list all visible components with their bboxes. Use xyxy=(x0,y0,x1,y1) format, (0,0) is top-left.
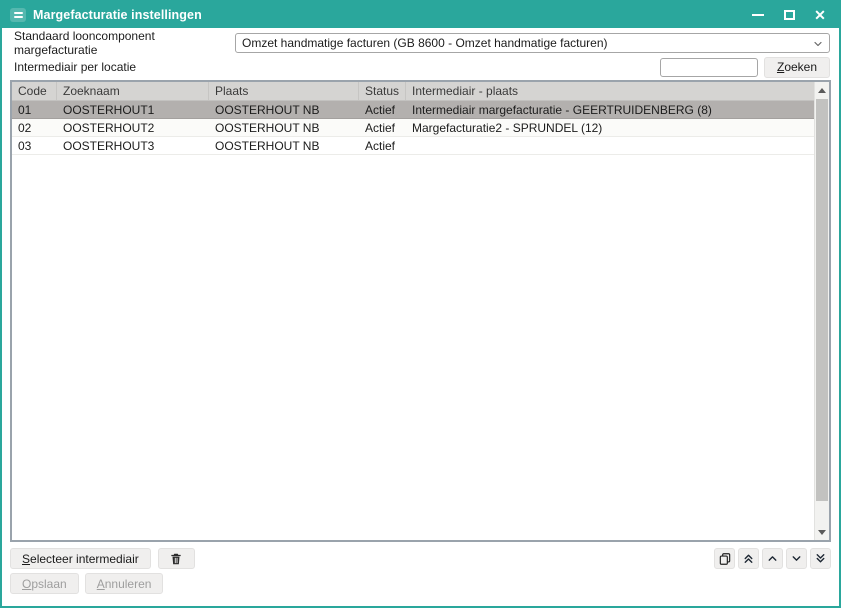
scroll-up-button[interactable] xyxy=(815,83,829,97)
selecteer-button-key: S xyxy=(22,552,30,566)
cell-code: 02 xyxy=(12,121,57,135)
titlebar: Margefacturatie instellingen ✕ xyxy=(2,2,839,28)
table-row[interactable]: 01 OOSTERHOUT1 OOSTERHOUT NB Actief Inte… xyxy=(12,101,814,119)
double-chevron-down-icon xyxy=(814,552,827,565)
trash-icon xyxy=(169,552,183,566)
table-toolbar: Selecteer intermediair xyxy=(10,548,831,569)
annuleren-button-rest: nnuleren xyxy=(105,577,152,591)
cell-zoeknaam: OOSTERHOUT3 xyxy=(57,139,209,153)
cell-code: 03 xyxy=(12,139,57,153)
intermediair-locatie-row: Intermediair per locatie Zoeken xyxy=(14,57,830,77)
cell-status: Actief xyxy=(359,121,406,135)
standaard-looncomponent-value: Omzet handmatige facturen (GB 8600 - Omz… xyxy=(242,36,608,50)
move-bottom-button[interactable] xyxy=(810,548,831,569)
chevron-down-icon xyxy=(790,552,803,565)
column-header-status[interactable]: Status xyxy=(359,82,406,100)
maximize-button[interactable] xyxy=(782,8,796,22)
margefacturatie-window: Margefacturatie instellingen ✕ Standaard… xyxy=(0,0,841,608)
intermediair-locatie-label: Intermediair per locatie xyxy=(14,60,660,74)
selecteer-intermediair-button[interactable]: Selecteer intermediair xyxy=(10,548,151,569)
cell-zoeknaam: OOSTERHOUT1 xyxy=(57,103,209,117)
scroll-down-button[interactable] xyxy=(815,525,829,539)
double-chevron-up-icon xyxy=(742,552,755,565)
chevron-down-icon xyxy=(812,38,824,50)
cell-intermediair-plaats: Intermediair margefacturatie - GEERTRUID… xyxy=(406,103,814,117)
footer-actions: Opslaan Annuleren xyxy=(10,573,831,594)
cell-code: 01 xyxy=(12,103,57,117)
opslaan-button-rest: pslaan xyxy=(31,577,66,591)
column-header-plaats[interactable]: Plaats xyxy=(209,82,359,100)
intermediair-table: Code Zoeknaam Plaats Status Intermediair… xyxy=(10,80,831,542)
triangle-down-icon xyxy=(818,530,826,535)
triangle-up-icon xyxy=(818,88,826,93)
close-icon: ✕ xyxy=(814,8,826,22)
vertical-scrollbar[interactable] xyxy=(814,82,829,540)
column-header-zoeknaam[interactable]: Zoeknaam xyxy=(57,82,209,100)
table-body: 01 OOSTERHOUT1 OOSTERHOUT NB Actief Inte… xyxy=(12,101,814,540)
cell-zoeknaam: OOSTERHOUT2 xyxy=(57,121,209,135)
window-form-icon xyxy=(10,8,26,22)
opslaan-button[interactable]: Opslaan xyxy=(10,573,79,594)
window-title: Margefacturatie instellingen xyxy=(33,8,751,22)
table-row[interactable]: 02 OOSTERHOUT2 OOSTERHOUT NB Actief Marg… xyxy=(12,119,814,137)
zoeken-button[interactable]: Zoeken xyxy=(764,57,830,78)
annuleren-button-key: A xyxy=(97,577,105,591)
annuleren-button[interactable]: Annuleren xyxy=(85,573,164,594)
cell-status: Actief xyxy=(359,139,406,153)
standaard-looncomponent-label: Standaard looncomponent margefacturatie xyxy=(14,29,235,57)
cell-plaats: OOSTERHOUT NB xyxy=(209,121,359,135)
selecteer-button-rest: electeer intermediair xyxy=(30,552,139,566)
move-down-button[interactable] xyxy=(786,548,807,569)
table-row[interactable]: 03 OOSTERHOUT3 OOSTERHOUT NB Actief xyxy=(12,137,814,155)
cell-plaats: OOSTERHOUT NB xyxy=(209,139,359,153)
cell-status: Actief xyxy=(359,103,406,117)
move-up-button[interactable] xyxy=(762,548,783,569)
column-header-code[interactable]: Code xyxy=(12,82,57,100)
window-controls: ✕ xyxy=(751,8,827,22)
standaard-looncomponent-select[interactable]: Omzet handmatige facturen (GB 8600 - Omz… xyxy=(235,33,830,53)
scrollbar-thumb[interactable] xyxy=(816,99,828,501)
delete-button[interactable] xyxy=(158,548,195,569)
move-top-button[interactable] xyxy=(738,548,759,569)
opslaan-button-key: O xyxy=(22,577,31,591)
zoeken-button-rest: oeken xyxy=(784,60,817,74)
chevron-up-icon xyxy=(766,552,779,565)
cell-plaats: OOSTERHOUT NB xyxy=(209,103,359,117)
copy-icon xyxy=(718,552,732,566)
table-header: Code Zoeknaam Plaats Status Intermediair… xyxy=(12,82,814,101)
minimize-icon xyxy=(752,14,764,16)
maximize-icon xyxy=(784,10,795,20)
close-button[interactable]: ✕ xyxy=(813,8,827,22)
column-header-intermediair-plaats[interactable]: Intermediair - plaats xyxy=(406,82,814,100)
minimize-button[interactable] xyxy=(751,8,765,22)
standaard-looncomponent-row: Standaard looncomponent margefacturatie … xyxy=(14,33,830,53)
cell-intermediair-plaats: Margefacturatie2 - SPRUNDEL (12) xyxy=(406,121,814,135)
copy-row-button[interactable] xyxy=(714,548,735,569)
search-input[interactable] xyxy=(660,58,758,77)
